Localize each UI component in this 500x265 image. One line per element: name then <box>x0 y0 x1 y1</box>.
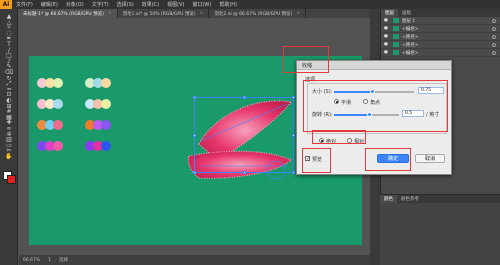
color-swatch-group[interactable] <box>85 120 111 130</box>
visibility-eye-icon[interactable]: ● <box>384 42 390 47</box>
layer-thumbnail <box>393 18 399 23</box>
selection-handle[interactable] <box>193 171 196 174</box>
color-swatch-group[interactable] <box>85 141 111 151</box>
annotation-box-title <box>283 46 329 73</box>
color-swatch-circle <box>53 78 63 88</box>
annotation-box-ok <box>365 148 411 171</box>
layer-row[interactable]: ● <编组> <box>381 49 500 57</box>
current-tool-label: 选择 <box>59 258 69 263</box>
menu-effect[interactable]: 效果(C) <box>138 1 163 8</box>
layer-thumbnail <box>393 42 399 47</box>
tools-panel: ▲ △ ✧ ◌ ✒ T / □ ♪ ✎ ⌫ ↻ ⤢ ≈ ⊡ ◐ ⊞ # ▦ ✚ ∞ ✲ ▥ ▭ ✂ ✋ <box>0 9 18 265</box>
panel-tabs: 颜色 颜色参考 <box>380 195 500 203</box>
menu-edit[interactable]: 编辑(E) <box>37 1 62 8</box>
selection-handle[interactable] <box>292 171 295 174</box>
cancel-button[interactable]: 取消 <box>415 154 445 163</box>
annotation-box-absolute <box>312 130 366 144</box>
target-circle-icon[interactable] <box>492 50 496 55</box>
color-swatch-circle <box>53 99 63 109</box>
visibility-eye-icon[interactable]: ● <box>384 34 390 39</box>
document-tab-label: 未标题-1* @ 66.67% (RGB/GPU 预览) <box>23 11 104 17</box>
color-swatch-group[interactable] <box>37 120 63 130</box>
color-swatch-group[interactable] <box>85 99 111 109</box>
target-circle-icon[interactable] <box>492 26 496 31</box>
color-swatch-circle <box>101 99 111 109</box>
menu-object[interactable]: 对象(O) <box>62 1 88 8</box>
annotation-box-options <box>303 80 448 132</box>
layer-row[interactable]: ● 图层 1 <box>381 17 500 25</box>
visibility-eye-icon[interactable]: ● <box>384 26 390 31</box>
menu-type[interactable]: 文字(T) <box>88 1 113 8</box>
menu-bar: Ai 文件(F) 编辑(E) 对象(O) 文字(T) 选择(S) 效果(C) 视… <box>0 0 500 9</box>
menu-view[interactable]: 视图(V) <box>163 1 188 8</box>
menu-file[interactable]: 文件(F) <box>12 1 37 8</box>
selection-handle[interactable] <box>243 96 246 99</box>
menu-help[interactable]: 帮助(H) <box>215 1 241 8</box>
menu-select[interactable]: 选择(S) <box>113 1 138 8</box>
visibility-eye-icon[interactable]: ● <box>384 50 390 55</box>
annotation-box-preview <box>302 148 331 173</box>
color-swatch-group[interactable] <box>85 78 111 88</box>
target-circle-icon[interactable] <box>492 34 496 39</box>
selection-handle[interactable] <box>243 171 246 174</box>
artboard-number[interactable]: 1 <box>44 258 55 263</box>
layer-name: <路径> <box>402 34 419 40</box>
selection-handle[interactable] <box>292 134 295 137</box>
document-tab-label: 羽毛1.ai* @ 50% (RGB/GPU 预览) <box>122 11 196 17</box>
color-swatch-circle <box>53 120 63 130</box>
panel-tabs: 图层 画板 <box>381 9 500 17</box>
layer-name: <编组> <box>402 50 419 56</box>
color-swatch-circle <box>101 120 111 130</box>
layer-name: <路径> <box>402 42 419 48</box>
color-panel: 颜色 颜色参考 <box>380 194 500 265</box>
menu-window[interactable]: 窗口(W) <box>188 1 215 8</box>
tab-color[interactable]: 颜色 <box>380 195 397 203</box>
target-circle-icon[interactable] <box>492 42 496 47</box>
color-swatch-circle <box>101 141 111 151</box>
layer-name: <编组> <box>402 26 419 32</box>
layer-thumbnail <box>393 50 399 55</box>
document-tab-3[interactable]: 羽毛2.ai @ 66.67% (RGB/GPU 预览) × <box>209 9 307 18</box>
close-icon[interactable]: × <box>296 11 300 16</box>
layer-row[interactable]: ● <编组> <box>381 25 500 33</box>
zoom-level[interactable]: 66.67% <box>19 258 44 263</box>
close-icon[interactable]: × <box>108 11 112 16</box>
color-swatch-group[interactable] <box>37 141 63 151</box>
layer-thumbnail <box>393 34 399 39</box>
document-tab-2[interactable]: 羽毛1.ai* @ 50% (RGB/GPU 预览) × <box>118 9 210 18</box>
selection-handle[interactable] <box>193 96 196 99</box>
illustrator-window: Ai 文件(F) 编辑(E) 对象(O) 文字(T) 选择(S) 效果(C) 视… <box>0 0 500 265</box>
selection-handle[interactable] <box>292 96 295 99</box>
selection-bounding-box[interactable] <box>193 96 295 174</box>
document-tabs: 未标题-1* @ 66.67% (RGB/GPU 预览) × 羽毛1.ai* @… <box>18 9 370 18</box>
status-bar: 66.67% 1 选择 <box>19 255 370 265</box>
stroke-swatch[interactable] <box>7 175 16 184</box>
tab-artboards[interactable]: 画板 <box>398 9 415 17</box>
color-swatch-circle <box>53 141 63 151</box>
color-swatch-group[interactable] <box>37 99 63 109</box>
close-icon[interactable]: × <box>200 11 204 16</box>
app-logo: Ai <box>0 0 12 9</box>
target-circle-icon[interactable] <box>492 18 496 23</box>
document-tab-label: 羽毛2.ai @ 66.67% (RGB/GPU 预览) <box>214 11 293 17</box>
layer-row[interactable]: ● <路径> <box>381 41 500 49</box>
tab-layers[interactable]: 图层 <box>381 9 398 17</box>
tab-color-guide[interactable]: 颜色参考 <box>397 195 423 203</box>
layer-thumbnail <box>393 26 399 31</box>
color-swatch-group[interactable] <box>37 78 63 88</box>
selection-handle[interactable] <box>193 134 196 137</box>
layer-name: 图层 1 <box>402 18 416 24</box>
visibility-eye-icon[interactable]: ● <box>384 18 390 23</box>
document-tab-1[interactable]: 未标题-1* @ 66.67% (RGB/GPU 预览) × <box>18 9 118 18</box>
color-swatch-circle <box>101 78 111 88</box>
layer-row[interactable]: ● <路径> <box>381 33 500 41</box>
hand-tool-icon[interactable]: ✋ <box>3 153 15 160</box>
